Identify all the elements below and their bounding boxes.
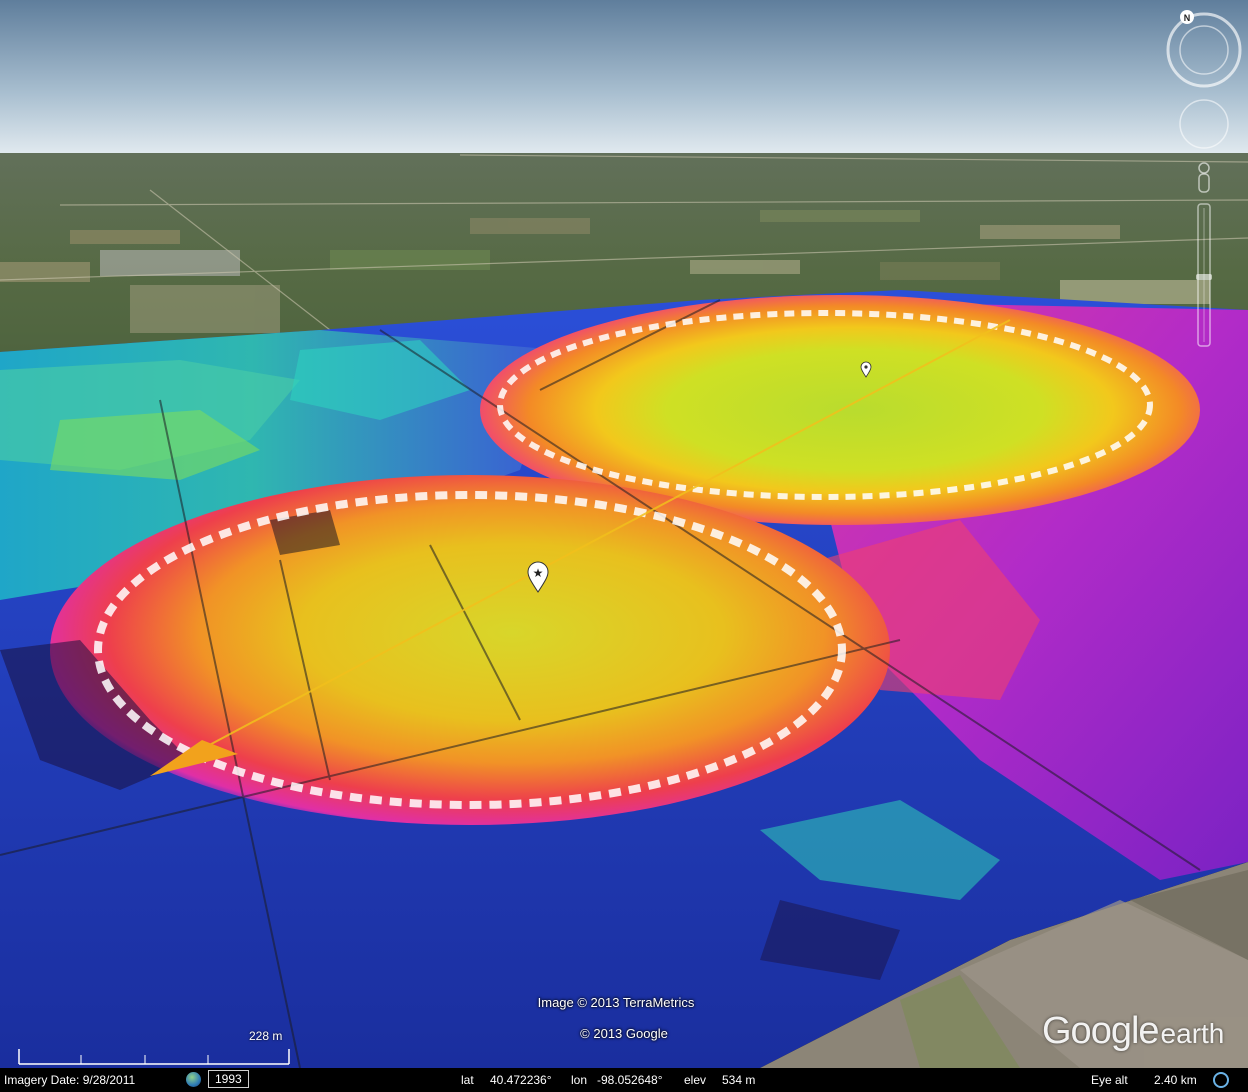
imagery-date: Imagery Date: 9/28/2011: [4, 1073, 136, 1087]
zoom-slider-thumb: [1196, 274, 1212, 280]
logo-earth: earth: [1160, 1018, 1225, 1049]
imagery-credit: Image © 2013 TerraMetrics: [537, 995, 695, 1010]
latitude-value: 40.472236°: [490, 1073, 552, 1087]
compass-north-label: N: [1184, 13, 1191, 23]
logo-google: Google: [1042, 1010, 1160, 1052]
streaming-status-icon: [1213, 1072, 1229, 1088]
status-bar: Imagery Date: 9/28/2011 1993 lat 40.4722…: [0, 1068, 1248, 1092]
scale-label: 228 m: [249, 1029, 283, 1043]
look-joystick[interactable]: [1179, 99, 1229, 149]
elevation-value: 534 m: [722, 1073, 756, 1087]
eye-alt-value: 2.40 km: [1154, 1073, 1197, 1087]
google-earth-logo: Googleearth: [1042, 1010, 1224, 1053]
elev-label: elev: [684, 1073, 707, 1087]
compass-ring[interactable]: N: [1166, 10, 1242, 88]
navigation-controls[interactable]: N: [1160, 6, 1248, 356]
scale-bar: [18, 1049, 290, 1065]
google-earth-view[interactable]: ★ N Image © 2013 TerraMetrics © 2013 Goo…: [0, 0, 1248, 1092]
historical-imagery-year[interactable]: 1993: [208, 1070, 249, 1088]
lat-label: lat: [461, 1073, 474, 1087]
lon-label: lon: [571, 1073, 588, 1087]
sky: [0, 0, 1248, 156]
terrain-map-scene[interactable]: ★: [0, 0, 1248, 1092]
street-view-pegman-icon[interactable]: [1198, 162, 1210, 193]
longitude-value: -98.052648°: [597, 1073, 663, 1087]
zoom-slider[interactable]: [1196, 203, 1212, 347]
clock-history-icon[interactable]: [186, 1072, 201, 1087]
eye-alt-label: Eye alt: [1091, 1073, 1128, 1087]
star-icon: ★: [533, 566, 544, 580]
